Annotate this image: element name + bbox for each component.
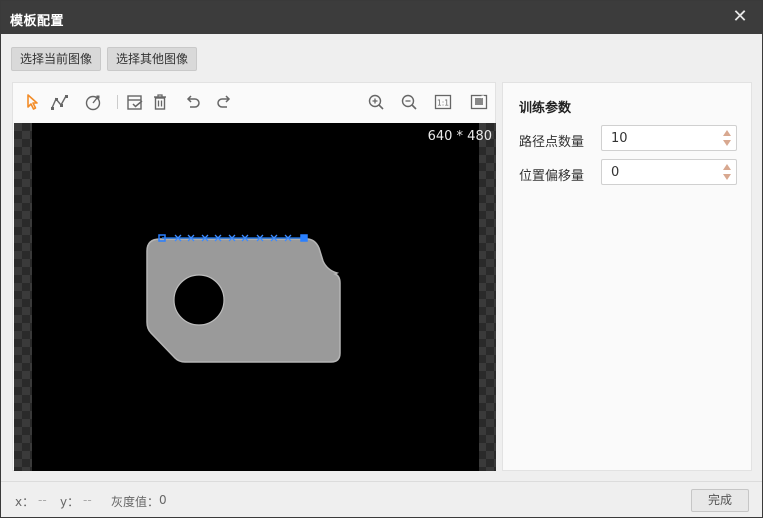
zoom-in-icon[interactable] <box>366 92 386 112</box>
x-coord-label: x： <box>15 495 35 509</box>
path-points-value[interactable]: 10 <box>611 131 628 146</box>
image-canvas[interactable]: 640 * 480 <box>14 123 496 471</box>
spin-arrows-icon[interactable] <box>722 129 732 147</box>
offset-spinbox[interactable]: 0 <box>601 159 737 185</box>
image-resolution: 640 * 480 <box>427 129 492 144</box>
actual-size-label: 1:1 <box>437 98 449 107</box>
circle-path-icon[interactable] <box>83 92 103 112</box>
editor-toolbar: 1:1 <box>13 83 495 121</box>
undo-icon[interactable] <box>183 92 203 112</box>
done-button[interactable]: 完成 <box>691 489 749 512</box>
polyline-icon[interactable] <box>49 92 69 112</box>
delete-icon[interactable] <box>150 92 170 112</box>
y-coord-value: -- <box>83 493 92 507</box>
close-icon[interactable]: ✕ <box>730 6 750 28</box>
image-editor-panel: 1:1 640 * 480 <box>12 82 496 471</box>
select-other-image-button[interactable]: 选择其他图像 <box>107 47 198 71</box>
toolbar-separator <box>117 95 118 109</box>
spin-arrows-icon[interactable] <box>722 163 732 181</box>
select-current-image-button[interactable]: 选择当前图像 <box>11 47 102 71</box>
offset-value[interactable]: 0 <box>611 165 619 180</box>
template-image <box>32 123 479 471</box>
offset-label: 位置偏移量 <box>519 169 585 184</box>
actual-size-icon[interactable]: 1:1 <box>433 92 453 112</box>
gray-value: 0 <box>159 493 167 507</box>
params-title: 训练参数 <box>519 101 572 116</box>
fit-window-icon[interactable] <box>469 92 489 112</box>
y-coord-label: y： <box>60 495 80 509</box>
path-overlay <box>158 234 308 242</box>
window-title: 模板配置 <box>10 14 65 29</box>
template-config-dialog: 模板配置 ✕ 选择当前图像 选择其他图像 1:1 640 * 480 训练参数 … <box>0 0 763 518</box>
redo-icon[interactable] <box>214 92 234 112</box>
path-end-handle <box>300 234 308 242</box>
select-icon[interactable] <box>23 92 43 112</box>
title-bar: 模板配置 ✕ <box>1 1 762 34</box>
status-bar: x： -- y： -- 灰度值： 0 完成 <box>1 481 762 517</box>
path-points-label: 路径点数量 <box>519 135 585 150</box>
path-points-spinbox[interactable]: 10 <box>601 125 737 151</box>
gray-value-label: 灰度值： <box>111 495 160 509</box>
x-coord-value: -- <box>38 493 47 507</box>
zoom-out-icon[interactable] <box>399 92 419 112</box>
edit-path-icon[interactable] <box>125 92 145 112</box>
training-params-panel: 训练参数 路径点数量 10 位置偏移量 0 <box>502 82 752 471</box>
